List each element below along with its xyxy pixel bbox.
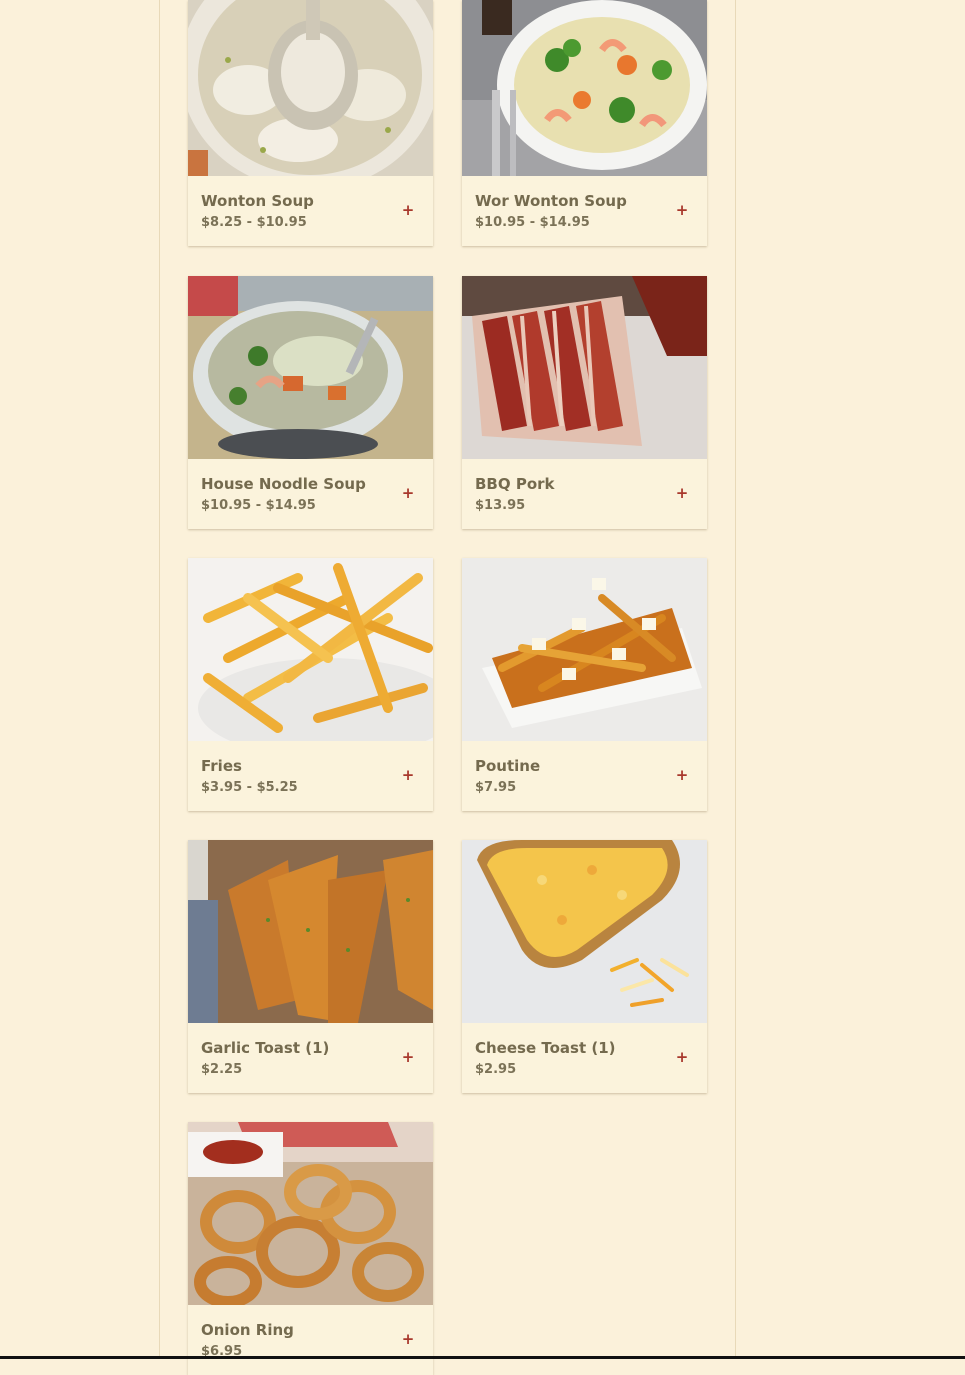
add-to-cart-icon[interactable]: + (401, 768, 415, 783)
menu-item-card[interactable]: Onion Ring $6.95 + (188, 1122, 433, 1375)
add-to-cart-icon[interactable]: + (401, 486, 415, 501)
menu-item-price: $2.95 (475, 1062, 517, 1077)
menu-item-name: Wor Wonton Soup (475, 192, 627, 210)
garlic-toast-photo (188, 840, 433, 1023)
menu-item-card[interactable]: Wor Wonton Soup $10.95 - $14.95 + (462, 0, 707, 246)
add-to-cart-icon[interactable]: + (675, 1050, 689, 1065)
menu-item-name: Fries (201, 757, 242, 775)
menu-item-price: $10.95 - $14.95 (201, 498, 316, 513)
menu-item-name: House Noodle Soup (201, 475, 366, 493)
menu-item-card[interactable]: Cheese Toast (1) $2.95 + (462, 840, 707, 1093)
menu-item-name: Garlic Toast (1) (201, 1039, 330, 1057)
menu-item-card[interactable]: Fries $3.95 - $5.25 + (188, 558, 433, 811)
add-to-cart-icon[interactable]: + (401, 203, 415, 218)
menu-item-name: Poutine (475, 757, 541, 775)
cheese-toast-photo (462, 840, 707, 1023)
add-to-cart-icon[interactable]: + (675, 486, 689, 501)
menu-item-card[interactable]: BBQ Pork $13.95 + (462, 276, 707, 529)
menu-item-price: $2.25 (201, 1062, 243, 1077)
poutine-photo (462, 558, 707, 741)
menu-item-name: Wonton Soup (201, 192, 314, 210)
wor-wonton-soup-photo (462, 0, 707, 176)
menu-item-card[interactable]: Wonton Soup $8.25 - $10.95 + (188, 0, 433, 246)
onion-ring-photo (188, 1122, 433, 1305)
bbq-pork-photo (462, 276, 707, 459)
menu-item-price: $8.25 - $10.95 (201, 215, 307, 230)
house-noodle-soup-photo (188, 276, 433, 459)
wonton-soup-photo (188, 0, 433, 176)
menu-item-price: $10.95 - $14.95 (475, 215, 590, 230)
menu-column: Wonton Soup $8.25 - $10.95 + Wor Wonton … (159, 0, 736, 1375)
menu-item-name: BBQ Pork (475, 475, 555, 493)
menu-item-price: $7.95 (475, 780, 517, 795)
menu-item-price: $13.95 (475, 498, 526, 513)
add-to-cart-icon[interactable]: + (401, 1050, 415, 1065)
menu-item-name: Cheese Toast (1) (475, 1039, 616, 1057)
fries-photo (188, 558, 433, 741)
menu-item-price: $3.95 - $5.25 (201, 780, 298, 795)
menu-item-card[interactable]: Garlic Toast (1) $2.25 + (188, 840, 433, 1093)
add-to-cart-icon[interactable]: + (675, 768, 689, 783)
add-to-cart-icon[interactable]: + (675, 203, 689, 218)
menu-item-card[interactable]: House Noodle Soup $10.95 - $14.95 + (188, 276, 433, 529)
menu-item-card[interactable]: Poutine $7.95 + (462, 558, 707, 811)
menu-item-name: Onion Ring (201, 1321, 294, 1339)
add-to-cart-icon[interactable]: + (401, 1332, 415, 1347)
